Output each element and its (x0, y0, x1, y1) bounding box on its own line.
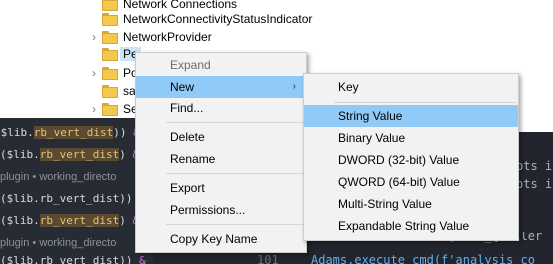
terminal-text: ($lib.rb_vert_dist)) (0, 254, 133, 264)
folder-icon (102, 30, 119, 44)
submenu-item-dword-value[interactable]: DWORD (32-bit) Value (304, 149, 518, 171)
terminal-panel: ($lib.rb_vert_dist)) & ($lib.rb_vert_dis… (0, 118, 153, 264)
line-number: 101 (257, 253, 279, 264)
terminal-plugin-line: plugin • working_directo (0, 171, 117, 183)
menu-item-delete[interactable]: Delete (136, 126, 306, 148)
tree-item-selected[interactable]: Pe (88, 44, 141, 64)
submenu-item-key[interactable]: Key (304, 76, 518, 98)
tree-item-label: NetworkConnectivityStatusIndicator (123, 12, 313, 26)
folder-icon (102, 102, 119, 116)
chevron-right-icon[interactable]: › (88, 102, 100, 116)
terminal-line: ($lib.rb_vert_dist)) & (0, 252, 146, 264)
menu-item-permissions[interactable]: Permissions... (136, 199, 306, 221)
terminal-line: ($lib.rb_vert_dist) & (0, 146, 139, 164)
chevron-right-icon[interactable]: › (88, 66, 100, 80)
terminal-text: ($lib. (0, 148, 40, 161)
code-line: pts i (516, 177, 553, 191)
menu-separator (166, 173, 304, 174)
menu-item-copy-key-name[interactable]: Copy Key Name (136, 228, 306, 250)
submenu-item-binary-value[interactable]: Binary Value (304, 127, 518, 149)
chevron-right-icon: › (292, 81, 296, 92)
submenu-item-expandable-string-value[interactable]: Expandable String Value (304, 215, 518, 237)
terminal-line: ($lib.rb_vert_dist)) & (0, 190, 146, 208)
menu-item-rename[interactable]: Rename (136, 148, 306, 170)
submenu-item-qword-value[interactable]: QWORD (64-bit) Value (304, 171, 518, 193)
terminal-text: ($lib. (0, 214, 40, 227)
menu-separator (334, 102, 516, 103)
terminal-text: ) (119, 148, 126, 161)
folder-icon (102, 66, 119, 80)
terminal-line: ($lib.rb_vert_dist)) & (0, 124, 140, 142)
tree-item[interactable]: NetworkConnectivityStatusIndicator (88, 9, 312, 29)
menu-separator (166, 122, 304, 123)
terminal-highlight: rb_vert_dist (33, 126, 114, 139)
submenu-item-multi-string-value[interactable]: Multi-String Value (304, 193, 518, 215)
tree-item[interactable]: › Po (88, 63, 138, 83)
new-submenu: Key String Value Binary Value DWORD (32-… (303, 73, 519, 241)
code-line: Adams.execute_cmd(f'analysis_co (311, 253, 535, 264)
terminal-text: ($lib. (0, 126, 34, 139)
terminal-line: ($lib.rb_vert_dist) & (0, 212, 139, 230)
chevron-right-icon[interactable]: › (88, 30, 100, 44)
terminal-ampersand: & (139, 254, 146, 264)
menu-item-expand[interactable]: Expand (136, 54, 306, 76)
context-menu: Expand New › Find... Delete Rename Expor… (135, 52, 307, 253)
terminal-text: ($lib.rb_vert_dist)) (0, 192, 133, 205)
folder-icon (102, 47, 119, 61)
terminal-plugin-line: plugin • working_directo (0, 237, 117, 249)
terminal-text: ) (119, 214, 126, 227)
menu-item-label: New (170, 80, 195, 94)
tree-item[interactable]: › Se (88, 99, 138, 119)
terminal-highlight: rb_vert_dist (39, 214, 120, 227)
menu-item-new[interactable]: New › (136, 76, 306, 98)
terminal-highlight: rb_vert_dist (39, 148, 120, 161)
code-line: pts i (516, 159, 553, 173)
submenu-item-string-value[interactable]: String Value (304, 105, 518, 127)
tree-item[interactable]: saf (88, 81, 139, 101)
menu-separator (166, 224, 304, 225)
menu-item-export[interactable]: Export (136, 177, 306, 199)
terminal-text: )) (113, 126, 127, 139)
folder-icon (102, 12, 119, 26)
folder-icon (102, 84, 119, 98)
tree-item-label: NetworkProvider (123, 30, 212, 44)
menu-item-find[interactable]: Find... (136, 97, 306, 119)
